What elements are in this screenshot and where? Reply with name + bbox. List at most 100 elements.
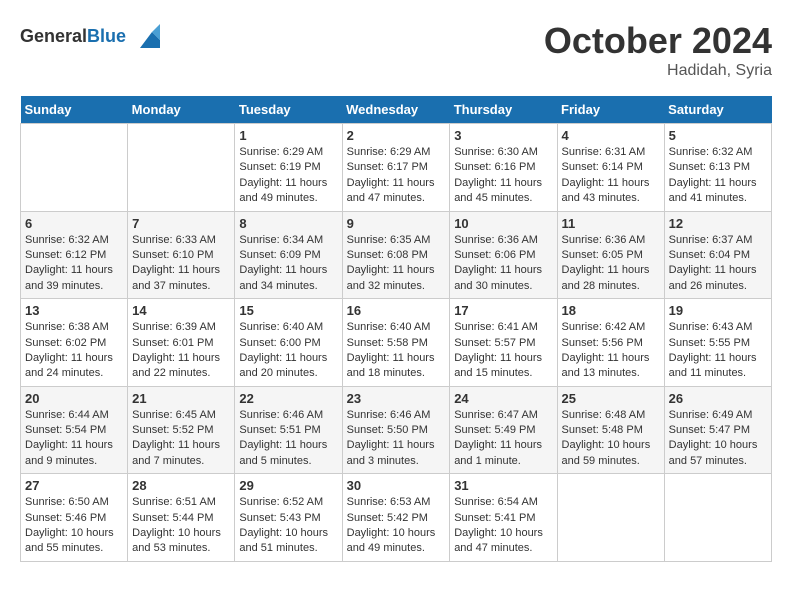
sunset-text: Sunset: 6:05 PM: [562, 248, 660, 263]
sunset-text: Sunset: 6:13 PM: [669, 160, 767, 175]
day-content: Sunrise: 6:48 AMSunset: 5:48 PMDaylight:…: [562, 408, 660, 470]
sunset-text: Sunset: 5:46 PM: [25, 511, 123, 526]
sunrise-text: Sunrise: 6:35 AM: [347, 233, 446, 248]
logo-icon: [130, 20, 162, 52]
col-monday: Monday: [128, 96, 235, 124]
month-year: October 2024: [544, 20, 772, 62]
daylight-text: Daylight: 11 hours and 5 minutes.: [239, 438, 337, 469]
daylight-text: Daylight: 11 hours and 43 minutes.: [562, 176, 660, 207]
day-number: 30: [347, 478, 446, 493]
sunset-text: Sunset: 5:49 PM: [454, 423, 552, 438]
day-content: Sunrise: 6:41 AMSunset: 5:57 PMDaylight:…: [454, 320, 552, 382]
sunset-text: Sunset: 6:02 PM: [25, 336, 123, 351]
daylight-text: Daylight: 11 hours and 30 minutes.: [454, 263, 552, 294]
day-content: Sunrise: 6:33 AMSunset: 6:10 PMDaylight:…: [132, 233, 230, 295]
daylight-text: Daylight: 11 hours and 47 minutes.: [347, 176, 446, 207]
table-row: 4Sunrise: 6:31 AMSunset: 6:14 PMDaylight…: [557, 124, 664, 212]
sunrise-text: Sunrise: 6:53 AM: [347, 495, 446, 510]
daylight-text: Daylight: 11 hours and 18 minutes.: [347, 351, 446, 382]
day-number: 5: [669, 128, 767, 143]
sunset-text: Sunset: 5:43 PM: [239, 511, 337, 526]
table-row: 20Sunrise: 6:44 AMSunset: 5:54 PMDayligh…: [21, 386, 128, 474]
daylight-text: Daylight: 11 hours and 45 minutes.: [454, 176, 552, 207]
col-wednesday: Wednesday: [342, 96, 450, 124]
daylight-text: Daylight: 10 hours and 57 minutes.: [669, 438, 767, 469]
day-content: Sunrise: 6:40 AMSunset: 6:00 PMDaylight:…: [239, 320, 337, 382]
table-row: 17Sunrise: 6:41 AMSunset: 5:57 PMDayligh…: [450, 299, 557, 387]
calendar-week-row: 13Sunrise: 6:38 AMSunset: 6:02 PMDayligh…: [21, 299, 772, 387]
day-number: 6: [25, 216, 123, 231]
sunset-text: Sunset: 5:41 PM: [454, 511, 552, 526]
col-tuesday: Tuesday: [235, 96, 342, 124]
day-content: Sunrise: 6:43 AMSunset: 5:55 PMDaylight:…: [669, 320, 767, 382]
day-content: Sunrise: 6:51 AMSunset: 5:44 PMDaylight:…: [132, 495, 230, 557]
day-content: Sunrise: 6:36 AMSunset: 6:05 PMDaylight:…: [562, 233, 660, 295]
sunset-text: Sunset: 5:58 PM: [347, 336, 446, 351]
table-row: [128, 124, 235, 212]
daylight-text: Daylight: 11 hours and 41 minutes.: [669, 176, 767, 207]
calendar-header-row: Sunday Monday Tuesday Wednesday Thursday…: [21, 96, 772, 124]
col-thursday: Thursday: [450, 96, 557, 124]
day-content: Sunrise: 6:49 AMSunset: 5:47 PMDaylight:…: [669, 408, 767, 470]
sunrise-text: Sunrise: 6:29 AM: [347, 145, 446, 160]
daylight-text: Daylight: 10 hours and 59 minutes.: [562, 438, 660, 469]
day-number: 23: [347, 391, 446, 406]
table-row: 30Sunrise: 6:53 AMSunset: 5:42 PMDayligh…: [342, 474, 450, 562]
daylight-text: Daylight: 11 hours and 1 minute.: [454, 438, 552, 469]
location: Hadidah, Syria: [544, 62, 772, 80]
table-row: 2 Sunrise: 6:29 AMSunset: 6:17 PMDaylight…: [342, 124, 450, 212]
day-content: Sunrise: 6:40 AMSunset: 5:58 PMDaylight:…: [347, 320, 446, 382]
day-number: 2: [347, 128, 446, 143]
day-content: Sunrise: 6:30 AMSunset: 6:16 PMDaylight:…: [454, 145, 552, 207]
logo: GeneralBlue: [20, 20, 162, 52]
day-number: 3: [454, 128, 552, 143]
sunset-text: Sunset: 5:52 PM: [132, 423, 230, 438]
sunrise-text: Sunrise: 6:47 AM: [454, 408, 552, 423]
daylight-text: Daylight: 11 hours and 20 minutes.: [239, 351, 337, 382]
daylight-text: Daylight: 10 hours and 49 minutes.: [347, 526, 446, 557]
daylight-text: Daylight: 11 hours and 9 minutes.: [25, 438, 123, 469]
daylight-text: Daylight: 11 hours and 15 minutes.: [454, 351, 552, 382]
table-row: 22Sunrise: 6:46 AMSunset: 5:51 PMDayligh…: [235, 386, 342, 474]
table-row: 1Sunrise: 6:29 AMSunset: 6:19 PMDaylight…: [235, 124, 342, 212]
daylight-text: Daylight: 10 hours and 53 minutes.: [132, 526, 230, 557]
calendar-week-row: 6Sunrise: 6:32 AMSunset: 6:12 PMDaylight…: [21, 211, 772, 299]
sunrise-text: Sunrise: 6:30 AM: [454, 145, 552, 160]
day-number: 31: [454, 478, 552, 493]
sunset-text: Sunset: 6:10 PM: [132, 248, 230, 263]
table-row: 8 Sunrise: 6:34 AMSunset: 6:09 PMDaylight…: [235, 211, 342, 299]
day-number: 14: [132, 303, 230, 318]
table-row: 18Sunrise: 6:42 AMSunset: 5:56 PMDayligh…: [557, 299, 664, 387]
day-content: Sunrise: 6:34 AMSunset: 6:09 PMDaylight:…: [239, 233, 337, 295]
sunrise-text: Sunrise: 6:37 AM: [669, 233, 767, 248]
calendar-week-row: 20Sunrise: 6:44 AMSunset: 5:54 PMDayligh…: [21, 386, 772, 474]
sunrise-text: Sunrise: 6:40 AM: [239, 320, 337, 335]
table-row: 14Sunrise: 6:39 AMSunset: 6:01 PMDayligh…: [128, 299, 235, 387]
day-number: 13: [25, 303, 123, 318]
day-content: Sunrise: 6:50 AMSunset: 5:46 PMDaylight:…: [25, 495, 123, 557]
day-content: Sunrise: 6:29 AMSunset: 6:19 PMDaylight:…: [239, 145, 337, 207]
day-content: Sunrise: 6:52 AMSunset: 5:43 PMDaylight:…: [239, 495, 337, 557]
sunrise-text: Sunrise: 6:54 AM: [454, 495, 552, 510]
sunset-text: Sunset: 6:08 PM: [347, 248, 446, 263]
sunrise-text: Sunrise: 6:45 AM: [132, 408, 230, 423]
daylight-text: Daylight: 11 hours and 37 minutes.: [132, 263, 230, 294]
table-row: 15Sunrise: 6:40 AMSunset: 6:00 PMDayligh…: [235, 299, 342, 387]
page-header: GeneralBlue October 2024 Hadidah, Syria: [20, 20, 772, 80]
table-row: 9Sunrise: 6:35 AMSunset: 6:08 PMDaylight…: [342, 211, 450, 299]
sunrise-text: Sunrise: 6:40 AM: [347, 320, 446, 335]
day-number: 11: [562, 216, 660, 231]
day-content: Sunrise: 6:37 AMSunset: 6:04 PMDaylight:…: [669, 233, 767, 295]
day-content: Sunrise: 6:44 AMSunset: 5:54 PMDaylight:…: [25, 408, 123, 470]
sunrise-text: Sunrise: 6:48 AM: [562, 408, 660, 423]
day-content: Sunrise: 6:29 AMSunset: 6:17 PMDaylight:…: [347, 145, 446, 207]
day-number: 21: [132, 391, 230, 406]
daylight-text: Daylight: 11 hours and 22 minutes.: [132, 351, 230, 382]
table-row: 21Sunrise: 6:45 AMSunset: 5:52 PMDayligh…: [128, 386, 235, 474]
day-number: 19: [669, 303, 767, 318]
day-number: 8: [239, 216, 337, 231]
table-row: 29Sunrise: 6:52 AMSunset: 5:43 PMDayligh…: [235, 474, 342, 562]
sunrise-text: Sunrise: 6:36 AM: [562, 233, 660, 248]
day-content: Sunrise: 6:46 AMSunset: 5:51 PMDaylight:…: [239, 408, 337, 470]
sunrise-text: Sunrise: 6:41 AM: [454, 320, 552, 335]
